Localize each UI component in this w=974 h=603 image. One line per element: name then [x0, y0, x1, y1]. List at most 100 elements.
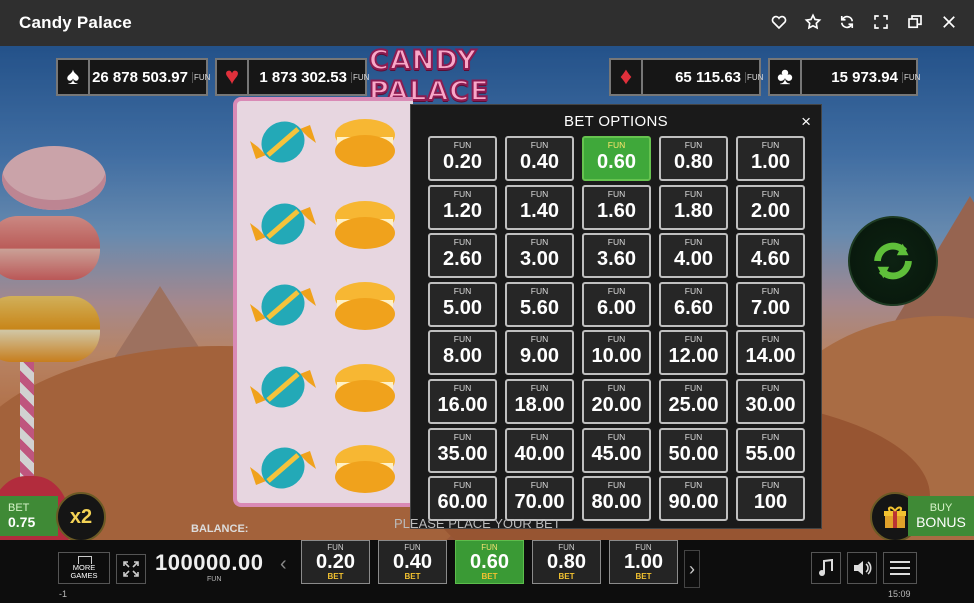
bet-option-button[interactable]: FUN 18.00 [505, 378, 574, 424]
bet-option-button[interactable]: FUN 20.00 [582, 378, 651, 424]
bet-option-button[interactable]: FUN 0.80 [659, 136, 728, 181]
bet-option-button[interactable]: FUN 6.60 [659, 281, 728, 327]
bet-option-unit: FUN [607, 140, 626, 150]
bet-option-value: 7.00 [751, 296, 790, 319]
bet-option-unit: FUN [684, 480, 703, 491]
bet-option-unit: FUN [684, 382, 703, 393]
bet-option-button[interactable]: FUN 12.00 [659, 330, 728, 376]
bet-option-unit: FUN [530, 140, 549, 150]
bet-option-button[interactable]: FUN 4.60 [736, 233, 805, 279]
bet-prev-arrow[interactable]: ‹ [280, 553, 287, 576]
bet-option-button[interactable]: FUN 40.00 [505, 427, 574, 473]
bet-option-button[interactable]: FUN 35.00 [428, 427, 497, 473]
bet-option-button[interactable]: FUN 5.60 [505, 281, 574, 327]
jackpot-value: 1 873 302.53 [259, 68, 347, 86]
bet-next-arrow[interactable]: › [684, 550, 700, 588]
jackpot-value: 26 878 503.97 [92, 68, 188, 86]
bet-option-button[interactable]: FUN 80.00 [582, 476, 651, 522]
bet-option-value: 6.60 [674, 296, 713, 319]
bet-option-button[interactable]: FUN 0.20 [428, 136, 497, 181]
sound-icon[interactable] [847, 552, 877, 584]
bet-option-button[interactable]: FUN 50.00 [659, 427, 728, 473]
spade-icon: ♠ [58, 60, 90, 94]
macaron-symbol [335, 445, 395, 493]
more-games-button[interactable]: MORE GAMES [58, 552, 110, 584]
bet-option-value: 3.60 [597, 248, 636, 271]
quick-bet-button[interactable]: FUN 0.60 BET [455, 540, 524, 584]
bet-option-button[interactable]: FUN 1.40 [505, 184, 574, 230]
bet-option-button[interactable]: FUN 90.00 [659, 476, 728, 522]
bet-option-button[interactable]: FUN 8.00 [428, 330, 497, 376]
bet-option-value: 8.00 [443, 345, 482, 368]
bet-option-button[interactable]: FUN 9.00 [505, 330, 574, 376]
bet-option-value: 10.00 [591, 345, 642, 368]
bet-option-unit: FUN [607, 188, 626, 199]
bet-option-button[interactable]: FUN 1.60 [582, 184, 651, 230]
bet-option-value: 55.00 [745, 442, 796, 465]
bet-option-button[interactable]: FUN 7.00 [736, 281, 805, 327]
bet-option-unit: FUN [530, 382, 549, 393]
bet-option-button[interactable]: FUN 14.00 [736, 330, 805, 376]
multiplier-button[interactable]: x2 [56, 492, 106, 542]
bet-option-value: 70.00 [514, 491, 565, 514]
bet-option-button[interactable]: FUN 6.00 [582, 281, 651, 327]
bet-option-button[interactable]: FUN 0.60 [582, 136, 651, 181]
bet-option-button[interactable]: FUN 0.40 [505, 136, 574, 181]
bet-value: 0.75 [8, 514, 36, 530]
bet-option-button[interactable]: FUN 70.00 [505, 476, 574, 522]
bet-option-button[interactable]: FUN 2.00 [736, 184, 805, 230]
reel-2 [325, 107, 405, 503]
quick-bet-value: 0.20 [316, 551, 355, 573]
close-icon[interactable] [938, 10, 960, 34]
bet-option-button[interactable]: FUN 10.00 [582, 330, 651, 376]
balance-label: BALANCE: [191, 523, 249, 535]
heart-icon[interactable] [768, 10, 790, 34]
quick-bet-bet: BET [635, 572, 652, 581]
music-icon[interactable] [811, 552, 841, 584]
bet-option-button[interactable]: FUN 55.00 [736, 427, 805, 473]
bet-option-button[interactable]: FUN 100 [736, 476, 805, 522]
quick-bet-button[interactable]: FUN 0.40 BET [378, 540, 447, 584]
bet-option-unit: FUN [607, 431, 626, 442]
quick-bet-bet: BET [481, 572, 498, 581]
bet-option-button[interactable]: FUN 1.20 [428, 184, 497, 230]
bet-option-button[interactable]: FUN 4.00 [659, 233, 728, 279]
quick-bet-bet: BET [558, 572, 575, 581]
close-icon[interactable]: × [801, 112, 811, 132]
more-games-line2: GAMES [70, 571, 98, 580]
bet-option-unit: FUN [607, 237, 626, 248]
bet-option-unit: FUN [530, 237, 549, 248]
bet-option-button[interactable]: FUN 2.60 [428, 233, 497, 279]
bet-option-button[interactable]: FUN 5.00 [428, 281, 497, 327]
spin-button[interactable] [848, 216, 938, 306]
bet-option-button[interactable]: FUN 25.00 [659, 378, 728, 424]
refresh-icon[interactable] [836, 10, 858, 34]
bet-option-unit: FUN [607, 382, 626, 393]
bet-option-button[interactable]: FUN 45.00 [582, 427, 651, 473]
bet-option-button[interactable]: FUN 1.80 [659, 184, 728, 230]
bet-option-value: 90.00 [668, 491, 719, 514]
buy-bonus-button[interactable]: BUY BONUS [908, 496, 974, 536]
jackpot-unit: FUN [745, 71, 764, 83]
bet-option-button[interactable]: FUN 3.00 [505, 233, 574, 279]
bet-option-button[interactable]: FUN 16.00 [428, 378, 497, 424]
bet-option-button[interactable]: FUN 30.00 [736, 378, 805, 424]
star-icon[interactable] [802, 10, 824, 34]
expand-icon[interactable] [870, 10, 892, 34]
quick-bet-button[interactable]: FUN 0.20 BET [301, 540, 370, 584]
candy-symbol [250, 365, 316, 408]
quick-bet-button[interactable]: FUN 1.00 BET [609, 540, 678, 584]
fullscreen-icon[interactable] [116, 554, 146, 584]
bet-option-value: 5.00 [443, 296, 482, 319]
bet-option-button[interactable]: FUN 3.60 [582, 233, 651, 279]
menu-icon[interactable] [883, 552, 917, 584]
slot-reels [233, 97, 413, 507]
bet-option-value: 0.60 [597, 151, 636, 173]
restore-icon[interactable] [904, 10, 926, 34]
bet-option-value: 18.00 [514, 393, 565, 416]
bet-display[interactable]: BET 0.75 [0, 496, 58, 536]
bet-option-button[interactable]: FUN 60.00 [428, 476, 497, 522]
quick-bet-button[interactable]: FUN 0.80 BET [532, 540, 601, 584]
bet-option-button[interactable]: FUN 1.00 [736, 136, 805, 181]
clock: 15:09 [888, 589, 911, 599]
